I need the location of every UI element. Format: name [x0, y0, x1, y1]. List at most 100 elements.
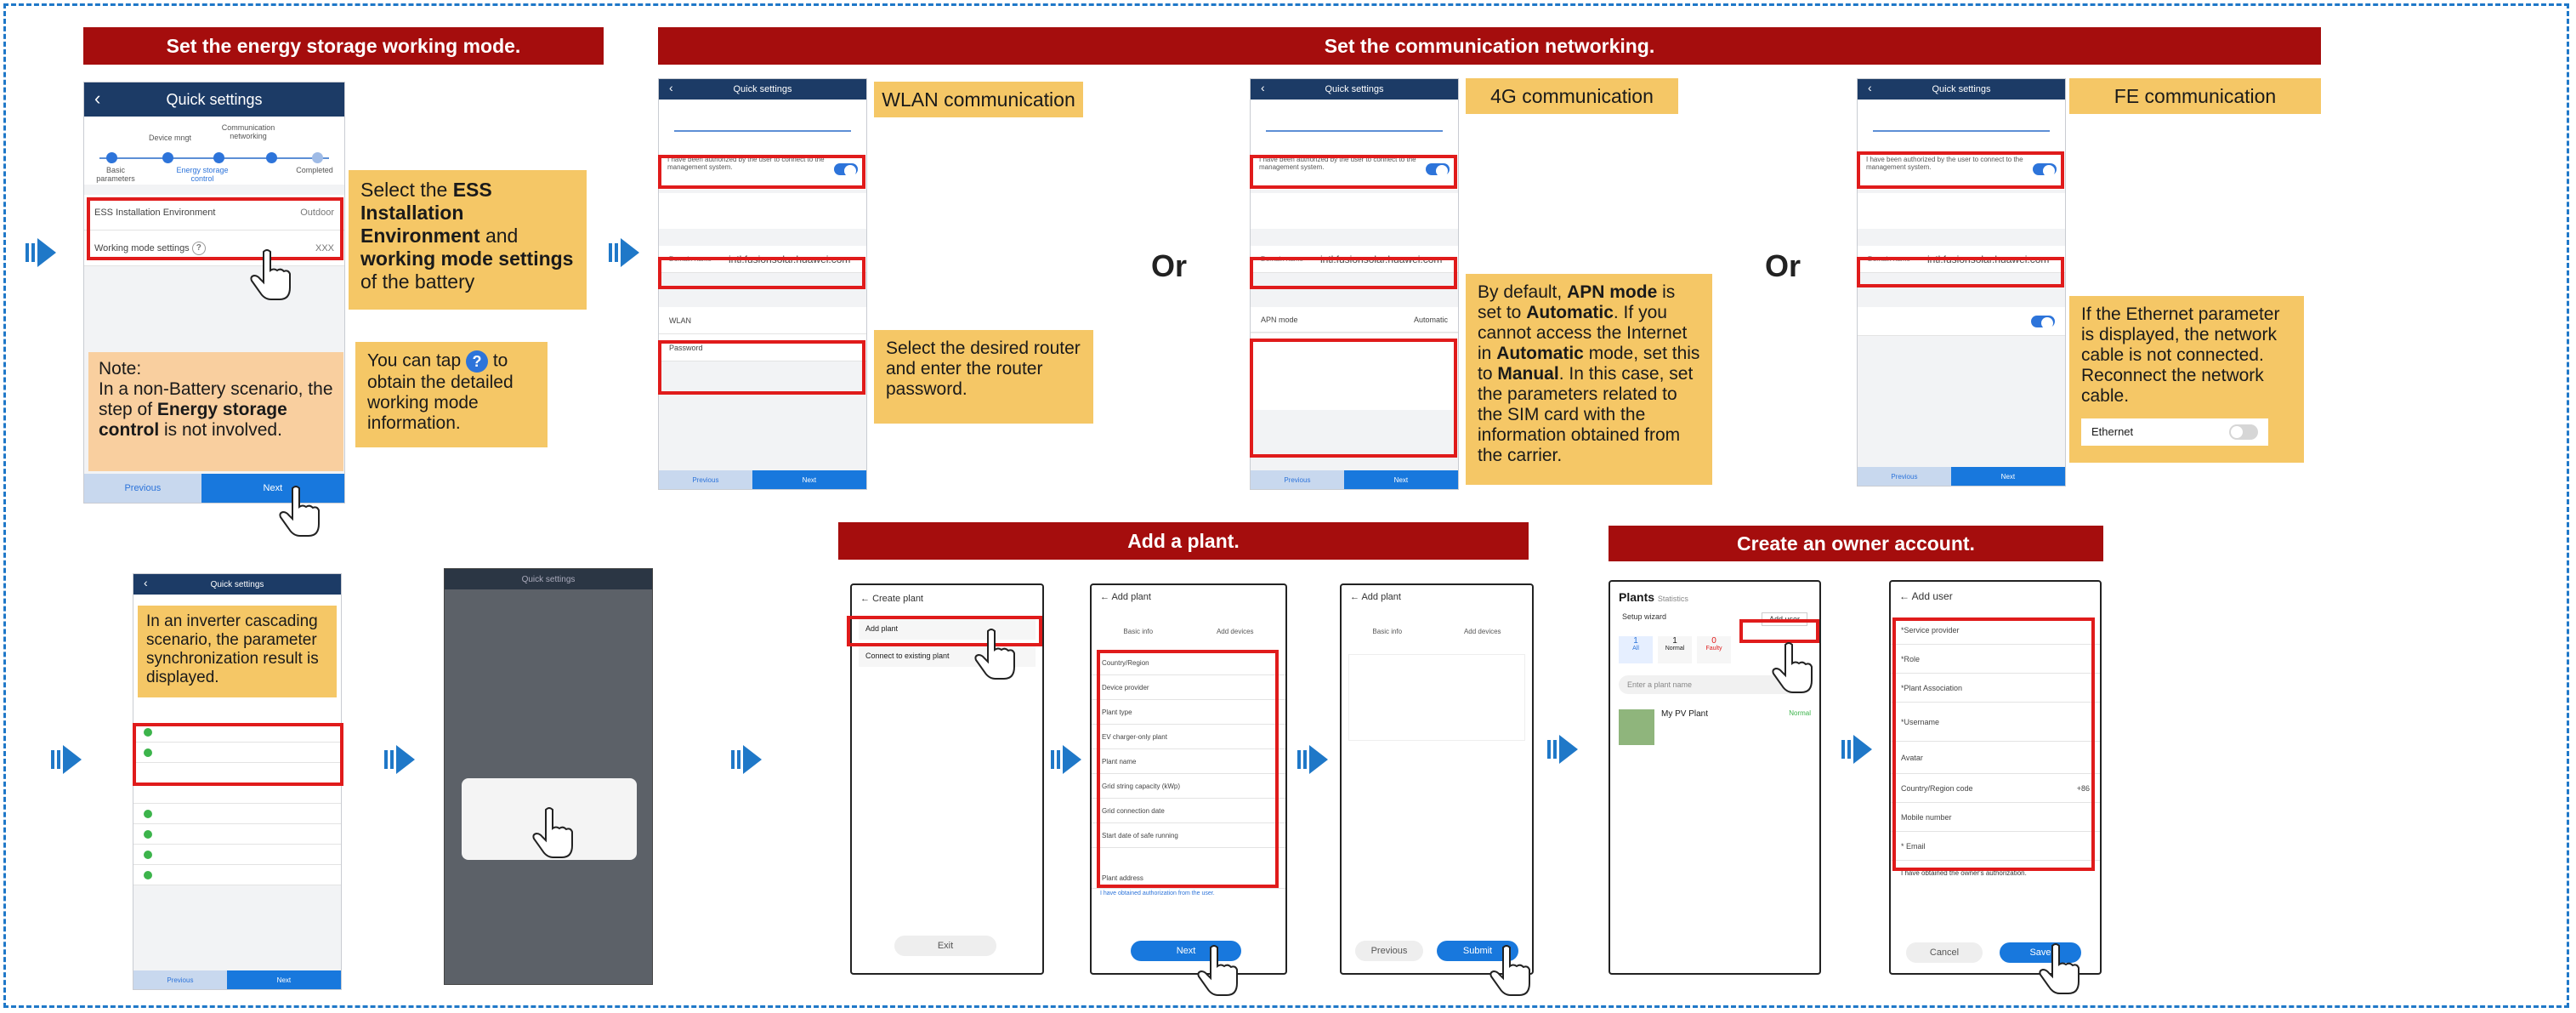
- back-icon[interactable]: ‹: [144, 576, 148, 589]
- next-button[interactable]: Next: [752, 470, 866, 489]
- note-text: Select the: [360, 179, 453, 201]
- fe-toggle[interactable]: [2031, 315, 2055, 329]
- step-line: [1266, 130, 1443, 132]
- ethernet-row[interactable]: Ethernet: [2081, 418, 2268, 446]
- button-bar: Previous Next: [133, 970, 341, 989]
- back-icon[interactable]: ←: [1100, 592, 1109, 602]
- device-row: [133, 845, 341, 865]
- apn-row[interactable]: APN mode Automatic: [1251, 307, 1458, 333]
- count-label: All: [1632, 646, 1639, 652]
- cascade-dialog-screen: Quick settings OK: [444, 568, 653, 985]
- arrow-icon: [609, 238, 639, 267]
- cancel-button[interactable]: Cancel: [1906, 942, 1983, 963]
- step-label: Communication networking: [221, 123, 275, 140]
- wlan-row[interactable]: WLAN: [659, 307, 866, 334]
- previous-button[interactable]: Previous: [1355, 941, 1423, 961]
- screen-header: Quick settings: [445, 569, 652, 589]
- next-button[interactable]: Next: [1343, 470, 1458, 489]
- apn-note: By default, APN mode is set to Automatic…: [1466, 274, 1712, 485]
- screen-title: Quick settings: [733, 84, 792, 94]
- previous-button[interactable]: Previous: [84, 474, 201, 503]
- highlight-box: [133, 723, 343, 786]
- band-energy-storage-mode: Set the energy storage working mode.: [83, 27, 604, 65]
- screen-title: Add user: [1911, 590, 1953, 602]
- consent-checkbox[interactable]: I have obtained authorization from the u…: [1092, 889, 1285, 898]
- tab-add-devices[interactable]: Add devices: [1464, 628, 1501, 635]
- tab-statistics[interactable]: Statistics: [1658, 595, 1688, 603]
- screen-header: ‹ Quick settings: [659, 79, 866, 100]
- step-indicator: [1251, 100, 1458, 151]
- or-label: Or: [1765, 248, 1801, 283]
- tap-hand-icon: [279, 486, 320, 537]
- status-dot: [144, 809, 152, 818]
- tab-basic-info[interactable]: Basic info: [1123, 628, 1153, 635]
- fe-toggle-row[interactable]: [1858, 307, 2065, 336]
- screen-header: ← Add plant: [1342, 585, 1532, 609]
- add-plant-tabs: Basic info Add devices: [1342, 609, 1532, 635]
- arrow-icon: [1051, 745, 1081, 774]
- wlan-note: Select the desired router and enter the …: [874, 330, 1093, 424]
- band-communication-networking: Set the communication networking.: [658, 27, 2321, 65]
- plant-card[interactable]: My PV Plant Normal: [1619, 709, 1811, 745]
- button-bar: Previous Next: [1251, 470, 1458, 489]
- fe-tag: FE communication: [2069, 78, 2321, 114]
- note-bold: Automatic: [1496, 344, 1584, 363]
- add-plant-devices-screen: ← Add plant Basic info Add devices Previo…: [1340, 583, 1534, 975]
- note-bold: working mode settings: [360, 248, 574, 270]
- fe-note: If the Ethernet parameter is displayed, …: [2069, 296, 2304, 463]
- ethernet-toggle[interactable]: [2229, 424, 2258, 440]
- step-dot: [162, 152, 173, 163]
- next-button[interactable]: Next: [201, 474, 344, 503]
- count-label: Faulty: [1705, 646, 1722, 652]
- count-all[interactable]: 1 All: [1619, 636, 1653, 663]
- back-icon[interactable]: ‹: [1868, 81, 1872, 94]
- plants-title: Plants: [1619, 590, 1655, 604]
- screen-title: Quick settings: [521, 574, 576, 584]
- screen-title: Quick settings: [210, 579, 264, 589]
- non-battery-note: Note: In a non-Battery scenario, the ste…: [88, 352, 343, 471]
- tap-hand-icon: [974, 629, 1015, 680]
- note-text: If the Ethernet parameter is displayed, …: [2081, 304, 2280, 406]
- next-button[interactable]: Next: [1950, 467, 2065, 486]
- count-value: 0: [1711, 636, 1716, 646]
- back-icon[interactable]: ←: [1350, 592, 1359, 602]
- previous-button[interactable]: Previous: [1251, 470, 1344, 489]
- back-icon[interactable]: ←: [860, 594, 870, 604]
- back-icon[interactable]: ‹: [669, 81, 673, 94]
- ethernet-label: Ethernet: [2091, 425, 2134, 438]
- count-value: 1: [1633, 636, 1638, 646]
- next-button[interactable]: Next: [226, 970, 341, 989]
- highlight-box: [1250, 155, 1457, 189]
- topology-diagram: [1858, 193, 2065, 229]
- screen-title: Quick settings: [1932, 84, 1991, 94]
- back-icon[interactable]: ‹: [94, 88, 100, 110]
- step-label: Energy storage control: [176, 166, 229, 183]
- tab-basic-info[interactable]: Basic info: [1372, 628, 1402, 635]
- previous-button[interactable]: Previous: [1858, 467, 1951, 486]
- screen-title: Create plant: [872, 594, 923, 604]
- count-normal[interactable]: 1 Normal: [1658, 636, 1692, 663]
- plants-header: Plants Statistics: [1610, 582, 1819, 612]
- screen-header: ‹ Quick settings: [84, 83, 344, 117]
- device-row: [133, 804, 341, 824]
- button-bar: Previous Next: [659, 470, 866, 489]
- exit-button[interactable]: Exit: [894, 936, 996, 956]
- highlight-box: [658, 257, 865, 289]
- note-bold: Manual: [1497, 364, 1559, 384]
- step-indicator: Device mngt Communication networking Bas…: [84, 117, 344, 185]
- step-dot: [312, 152, 323, 163]
- count-faulty[interactable]: 0 Faulty: [1697, 636, 1731, 663]
- back-icon[interactable]: ←: [1899, 590, 1909, 602]
- previous-button[interactable]: Previous: [659, 470, 752, 489]
- topology-diagram: [1251, 193, 1458, 229]
- highlight-box: [658, 155, 865, 189]
- back-icon[interactable]: ‹: [1261, 81, 1265, 94]
- setup-wizard-button[interactable]: Setup wizard: [1622, 612, 1666, 626]
- previous-button[interactable]: Previous: [133, 970, 227, 989]
- note-bold: APN mode: [1567, 282, 1658, 302]
- screen-header: ← Add plant: [1092, 585, 1285, 609]
- tab-add-devices[interactable]: Add devices: [1217, 628, 1254, 635]
- arrow-icon: [731, 745, 762, 774]
- step-indicator: [659, 100, 866, 151]
- step-label: Device mngt: [148, 134, 192, 142]
